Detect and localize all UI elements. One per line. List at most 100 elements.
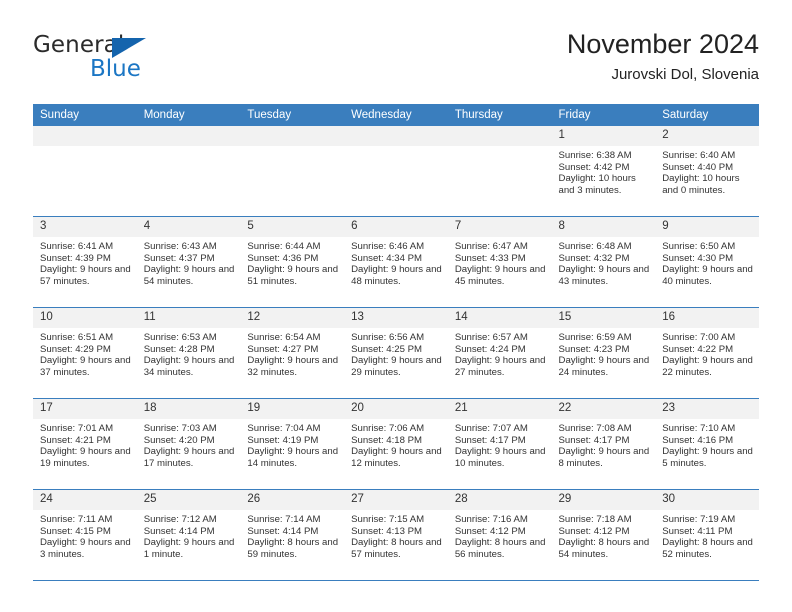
calendar-day-cell[interactable]: 15 Sunrise: 6:59 AM Sunset: 4:23 PM Dayligh…: [551, 307, 656, 399]
day-details: Sunrise: 6:50 AM Sunset: 4:30 PM Daylight:…: [655, 237, 759, 287]
calendar-day-cell[interactable]: 4 Sunrise: 6:43 AM Sunset: 4:37 PM Daylight…: [136, 216, 241, 308]
day-details: Sunrise: 7:10 AM Sunset: 4:16 PM Daylight:…: [655, 419, 759, 469]
sunset-text: Sunset: 4:23 PM: [558, 343, 630, 355]
sunset-text: Sunset: 4:37 PM: [143, 252, 215, 264]
sunrise-text: Sunrise: 7:14 AM: [247, 514, 321, 525]
day-number: 18: [136, 399, 241, 419]
sunset-text: Sunset: 4:34 PM: [351, 252, 423, 264]
weekday-header-wednesday: Wednesday: [344, 104, 448, 126]
day-details: Sunrise: 6:40 AM Sunset: 4:40 PM Daylight:…: [655, 146, 759, 196]
calendar-day-cell[interactable]: 28 Sunrise: 7:16 AM Sunset: 4:12 PM Dayligh…: [447, 489, 552, 581]
day-cell-inner: 30 Sunrise: 7:19 AM Sunset: 4:11 PM Dayligh…: [655, 490, 759, 580]
calendar-day-cell[interactable]: 14 Sunrise: 6:57 AM Sunset: 4:24 PM Dayligh…: [447, 307, 552, 399]
sunrise-text: Sunrise: 7:01 AM: [40, 423, 114, 434]
sunrise-text: Sunrise: 6:53 AM: [143, 332, 217, 343]
sunrise-text: Sunrise: 6:41 AM: [40, 241, 114, 252]
day-number: 19: [240, 399, 345, 419]
day-details: Sunrise: 6:47 AM Sunset: 4:33 PM Daylight:…: [448, 237, 552, 287]
calendar-day-cell[interactable]: 25 Sunrise: 7:12 AM Sunset: 4:14 PM Dayligh…: [136, 489, 241, 581]
sunrise-text: Sunrise: 6:59 AM: [558, 332, 632, 343]
calendar-day-cell[interactable]: 23 Sunrise: 7:10 AM Sunset: 4:16 PM Dayligh…: [655, 398, 759, 490]
calendar-day-cell[interactable]: 9 Sunrise: 6:50 AM Sunset: 4:30 PM Daylight…: [655, 216, 759, 308]
day-cell-inner: 20 Sunrise: 7:06 AM Sunset: 4:18 PM Dayligh…: [344, 399, 448, 489]
sunrise-text: Sunrise: 6:46 AM: [351, 241, 425, 252]
day-cell-inner: 2 Sunrise: 6:40 AM Sunset: 4:40 PM Daylight…: [655, 126, 759, 216]
sunset-text: Sunset: 4:14 PM: [143, 525, 215, 537]
calendar-day-cell[interactable]: 1 Sunrise: 6:38 AM Sunset: 4:42 PM Daylight…: [551, 126, 656, 217]
calendar-day-cell[interactable]: 17 Sunrise: 7:01 AM Sunset: 4:21 PM Dayligh…: [33, 398, 137, 490]
calendar-day-cell[interactable]: 16 Sunrise: 7:00 AM Sunset: 4:22 PM Dayligh…: [655, 307, 759, 399]
day-number: 24: [33, 490, 137, 510]
calendar-day-cell[interactable]: 19 Sunrise: 7:04 AM Sunset: 4:19 PM Dayligh…: [240, 398, 345, 490]
day-cell-inner: 26 Sunrise: 7:14 AM Sunset: 4:14 PM Dayligh…: [240, 490, 345, 580]
calendar-day-cell[interactable]: 2 Sunrise: 6:40 AM Sunset: 4:40 PM Daylight…: [655, 126, 759, 217]
day-number: [447, 126, 552, 146]
day-number: 13: [344, 308, 448, 328]
day-number: [344, 126, 448, 146]
day-number: 21: [447, 399, 552, 419]
daylight-text: Daylight: 9 hours and 17 minutes.: [143, 446, 235, 469]
calendar-day-cell[interactable]: 22 Sunrise: 7:08 AM Sunset: 4:17 PM Dayligh…: [551, 398, 656, 490]
day-cell-inner: 1 Sunrise: 6:38 AM Sunset: 4:42 PM Daylight…: [551, 126, 656, 216]
day-details: Sunrise: 6:56 AM Sunset: 4:25 PM Daylight:…: [344, 328, 448, 378]
weekday-header-friday: Friday: [551, 104, 656, 126]
sunrise-text: Sunrise: 7:06 AM: [351, 423, 425, 434]
daylight-text: Daylight: 9 hours and 22 minutes.: [662, 355, 753, 378]
day-cell-inner: [136, 126, 241, 216]
sunset-text: Sunset: 4:12 PM: [558, 525, 630, 537]
daylight-text: Daylight: 9 hours and 14 minutes.: [247, 446, 339, 469]
day-cell-inner: 14 Sunrise: 6:57 AM Sunset: 4:24 PM Dayligh…: [447, 308, 552, 398]
day-cell-inner: 21 Sunrise: 7:07 AM Sunset: 4:17 PM Dayligh…: [447, 399, 552, 489]
calendar-day-cell[interactable]: 12 Sunrise: 6:54 AM Sunset: 4:27 PM Dayligh…: [240, 307, 345, 399]
calendar-day-cell[interactable]: 26 Sunrise: 7:14 AM Sunset: 4:14 PM Dayligh…: [240, 489, 345, 581]
calendar-day-cell[interactable]: 5 Sunrise: 6:44 AM Sunset: 4:36 PM Daylight…: [240, 216, 345, 308]
general-blue-logo[interactable]: General Blue: [33, 32, 253, 88]
day-number: 16: [655, 308, 759, 328]
sunrise-text: Sunrise: 7:11 AM: [40, 514, 113, 525]
day-details: Sunrise: 7:04 AM Sunset: 4:19 PM Daylight:…: [240, 419, 344, 469]
calendar-grid: Sunday Monday Tuesday Wednesday Thursday Frid…: [33, 104, 759, 581]
sunset-text: Sunset: 4:36 PM: [247, 252, 319, 264]
calendar-day-cell[interactable]: 8 Sunrise: 6:48 AM Sunset: 4:32 PM Daylight…: [551, 216, 656, 308]
calendar-day-cell[interactable]: 3 Sunrise: 6:41 AM Sunset: 4:39 PM Daylight…: [33, 216, 137, 308]
calendar-cell-empty: [447, 126, 552, 217]
weekday-header-tuesday: Tuesday: [240, 104, 345, 126]
calendar-day-cell[interactable]: 20 Sunrise: 7:06 AM Sunset: 4:18 PM Dayligh…: [344, 398, 448, 490]
calendar-day-cell[interactable]: 21 Sunrise: 7:07 AM Sunset: 4:17 PM Dayligh…: [447, 398, 552, 490]
calendar-day-cell[interactable]: 30 Sunrise: 7:19 AM Sunset: 4:11 PM Dayligh…: [655, 489, 759, 581]
day-number: 23: [655, 399, 759, 419]
calendar-day-cell[interactable]: 24 Sunrise: 7:11 AM Sunset: 4:15 PM Dayligh…: [33, 489, 137, 581]
sunset-text: Sunset: 4:27 PM: [247, 343, 319, 355]
calendar-day-cell[interactable]: 18 Sunrise: 7:03 AM Sunset: 4:20 PM Dayligh…: [136, 398, 241, 490]
day-cell-inner: 27 Sunrise: 7:15 AM Sunset: 4:13 PM Dayligh…: [344, 490, 448, 580]
daylight-text: Daylight: 9 hours and 57 minutes.: [40, 264, 131, 287]
sunset-text: Sunset: 4:17 PM: [454, 434, 526, 446]
calendar-day-cell[interactable]: 29 Sunrise: 7:18 AM Sunset: 4:12 PM Dayligh…: [551, 489, 656, 581]
calendar-body: 1 Sunrise: 6:38 AM Sunset: 4:42 PM Daylight…: [33, 126, 759, 581]
sunset-text: Sunset: 4:12 PM: [454, 525, 526, 537]
sunset-text: Sunset: 4:30 PM: [662, 252, 734, 264]
day-cell-inner: 16 Sunrise: 7:00 AM Sunset: 4:22 PM Dayligh…: [655, 308, 759, 398]
calendar-day-cell[interactable]: 13 Sunrise: 6:56 AM Sunset: 4:25 PM Dayligh…: [344, 307, 448, 399]
sunset-text: Sunset: 4:15 PM: [40, 525, 111, 537]
day-cell-inner: 22 Sunrise: 7:08 AM Sunset: 4:17 PM Dayligh…: [551, 399, 656, 489]
day-cell-inner: 6 Sunrise: 6:46 AM Sunset: 4:34 PM Daylight…: [344, 217, 448, 307]
day-cell-inner: 23 Sunrise: 7:10 AM Sunset: 4:16 PM Dayligh…: [655, 399, 759, 489]
calendar-week-row: 3 Sunrise: 6:41 AM Sunset: 4:39 PM Daylight…: [33, 216, 759, 308]
calendar-day-cell[interactable]: 11 Sunrise: 6:53 AM Sunset: 4:28 PM Dayligh…: [136, 307, 241, 399]
day-number: 27: [344, 490, 448, 510]
sunrise-text: Sunrise: 7:07 AM: [454, 423, 528, 434]
weekday-header-saturday: Saturday: [655, 104, 759, 126]
calendar-day-cell[interactable]: 27 Sunrise: 7:15 AM Sunset: 4:13 PM Dayligh…: [344, 489, 448, 581]
title-block: November 2024 Jurovski Dol, Slovenia: [567, 28, 759, 85]
day-number: [136, 126, 241, 146]
day-details: Sunrise: 6:53 AM Sunset: 4:28 PM Daylight:…: [137, 328, 241, 378]
calendar-day-cell[interactable]: 7 Sunrise: 6:47 AM Sunset: 4:33 PM Daylight…: [447, 216, 552, 308]
daylight-text: Daylight: 8 hours and 57 minutes.: [351, 537, 442, 560]
calendar-day-cell[interactable]: 10 Sunrise: 6:51 AM Sunset: 4:29 PM Dayligh…: [33, 307, 137, 399]
sunrise-text: Sunrise: 7:12 AM: [143, 514, 217, 525]
sunrise-text: Sunrise: 6:54 AM: [247, 332, 321, 343]
sunrise-text: Sunrise: 7:10 AM: [662, 423, 736, 434]
daylight-text: Daylight: 9 hours and 12 minutes.: [351, 446, 442, 469]
calendar-day-cell[interactable]: 6 Sunrise: 6:46 AM Sunset: 4:34 PM Daylight…: [344, 216, 448, 308]
